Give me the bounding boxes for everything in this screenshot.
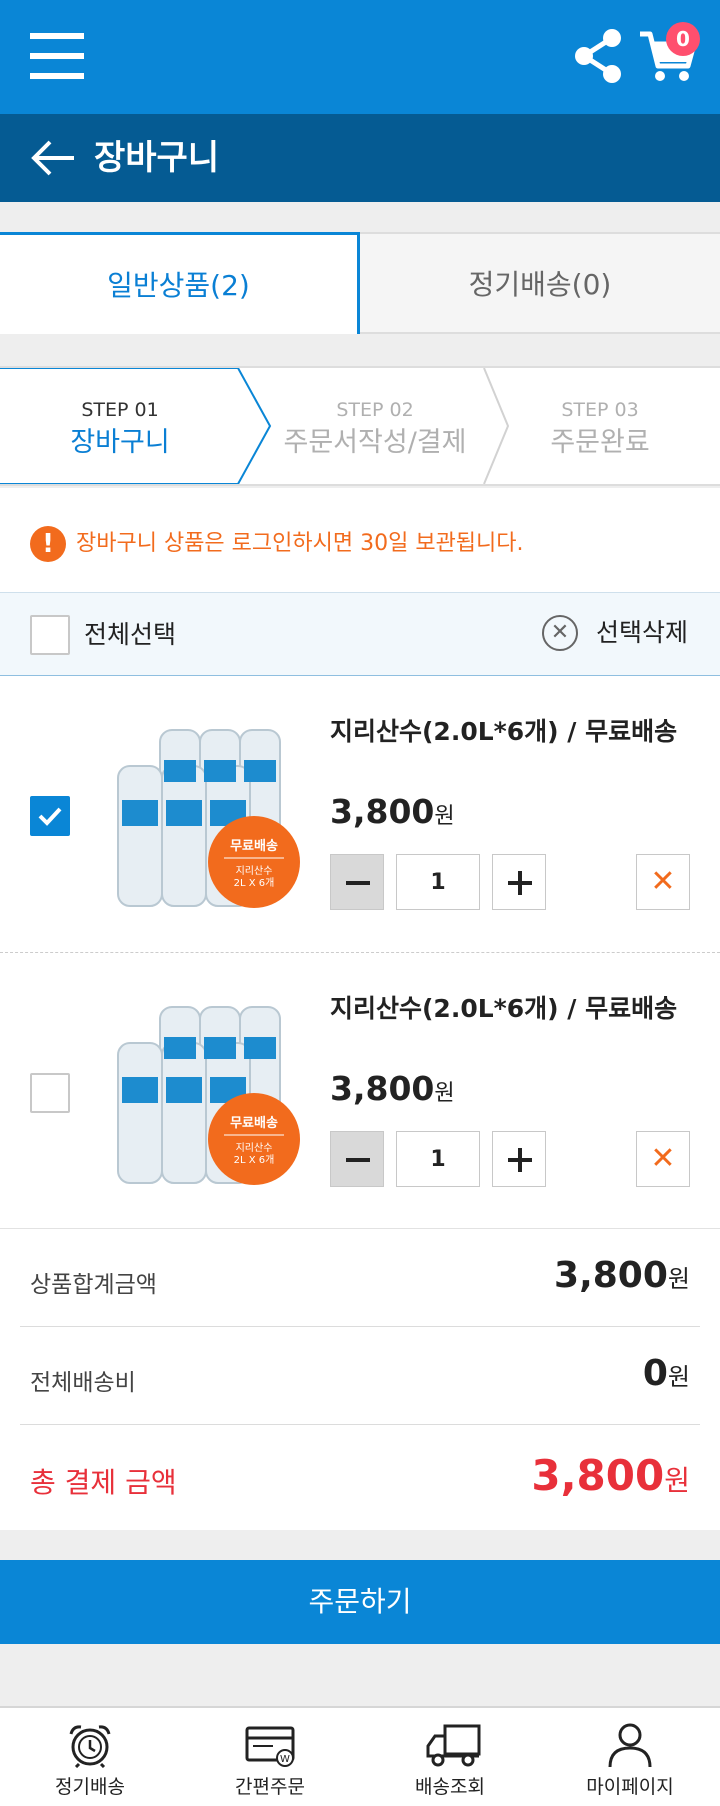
- page-title: 장바구니: [94, 138, 220, 178]
- truck-icon: [426, 1724, 481, 1767]
- product-image: 무료배송 지리산수 2L X 6개: [117, 1006, 300, 1185]
- item-name[interactable]: 지리산수(2.0L*6개) / 무료배송: [330, 714, 677, 750]
- cart-item: 무료배송 지리산수 2L X 6개 지리산수(2.0L*6개) / 무료배송 3…: [0, 952, 720, 1228]
- quantity-minus-button[interactable]: [330, 1131, 384, 1187]
- checkmark-icon: [38, 807, 62, 826]
- delete-selected-label: 선택삭제: [596, 618, 689, 647]
- item-checkbox[interactable]: [30, 796, 70, 836]
- total-value: 3,800원: [531, 1451, 690, 1500]
- order-steps: STEP 01 장바구니 STEP 02 주문서작성/결제 STEP 03 주문…: [0, 366, 720, 486]
- tab-general-products[interactable]: 일반상품(2): [0, 232, 360, 334]
- currency-unit: 원: [664, 1464, 690, 1497]
- cart-item: 무료배송 지리산수 2L X 6개 지리산수(2.0L*6개) / 무료배송 3…: [0, 676, 720, 952]
- quantity-minus-button[interactable]: [330, 854, 384, 910]
- badge-line: 지리산수: [236, 865, 273, 877]
- user-icon: [608, 1723, 652, 1768]
- badge-line: 2L X 6개: [234, 1154, 275, 1166]
- nav-label: 간편주문: [235, 1776, 305, 1798]
- cart-item-list: 무료배송 지리산수 2L X 6개 지리산수(2.0L*6개) / 무료배송 3…: [0, 676, 720, 1228]
- step-2-checkout: STEP 02 주문서작성/결제: [250, 368, 500, 484]
- badge-title: 무료배송: [230, 1115, 278, 1131]
- select-all-checkbox[interactable]: [30, 615, 70, 655]
- step-label: 장바구니: [70, 427, 170, 458]
- item-price-value: 3,800: [330, 792, 435, 831]
- total-row: 총 결제 금액 3,800원: [20, 1425, 700, 1529]
- item-checkbox[interactable]: [30, 1073, 70, 1113]
- order-summary: 상품합계금액 3,800원 전체배송비 0원 총 결제 금액 3,800원: [0, 1228, 720, 1530]
- shipping-row: 전체배송비 0원: [20, 1327, 700, 1425]
- currency-unit: 원: [667, 1265, 690, 1293]
- nav-item-delivery-tracking[interactable]: 배송조회: [360, 1708, 540, 1806]
- card-icon: W: [245, 1726, 295, 1767]
- arrow-left-icon[interactable]: [28, 136, 78, 180]
- close-circle-icon: ✕: [542, 615, 578, 651]
- step-number: STEP 03: [561, 399, 639, 421]
- share-icon[interactable]: [572, 28, 624, 84]
- step-label: 주문완료: [550, 427, 650, 458]
- subtotal-label: 상품합계금액: [30, 1272, 157, 1298]
- subtotal-row: 상품합계금액 3,800원: [20, 1229, 700, 1327]
- step-number: STEP 01: [81, 399, 159, 421]
- nav-item-my-page[interactable]: 마이페이지: [540, 1708, 720, 1806]
- subtotal-amount: 3,800: [554, 1255, 668, 1296]
- step-number: STEP 02: [336, 399, 414, 421]
- top-app-bar: 0: [0, 0, 720, 114]
- quantity-plus-button[interactable]: [492, 854, 546, 910]
- tab-regular-delivery[interactable]: 정기배송(0): [360, 232, 720, 334]
- item-price-value: 3,800: [330, 1069, 435, 1108]
- product-image: 무료배송 지리산수 2L X 6개: [117, 729, 300, 908]
- badge-title: 무료배송: [230, 838, 278, 854]
- shipping-label: 전체배송비: [30, 1370, 136, 1396]
- total-amount: 3,800: [531, 1451, 665, 1500]
- select-all-label[interactable]: 전체선택: [84, 615, 176, 655]
- selection-bar: 전체선택 ✕ 선택삭제: [0, 592, 720, 676]
- hamburger-icon[interactable]: [30, 33, 84, 79]
- step-1-cart: STEP 01 장바구니: [0, 368, 240, 484]
- nav-label: 배송조회: [415, 1776, 485, 1798]
- notice-text: 장바구니 상품은 로그인하시면 30일 보관됩니다.: [76, 531, 524, 556]
- badge-line: 지리산수: [236, 1142, 273, 1154]
- bottom-navigation: 정기배송 W 간편주문 배송조회 마이페이지: [0, 1706, 720, 1806]
- step-label: 주문서작성/결제: [283, 427, 467, 458]
- subtotal-value: 3,800원: [554, 1255, 690, 1296]
- currency-unit: 원: [667, 1363, 690, 1391]
- nav-item-quick-order[interactable]: W 간편주문: [180, 1708, 360, 1806]
- item-price: 3,800원: [330, 792, 455, 837]
- nav-label: 정기배송: [55, 1776, 125, 1798]
- total-label: 총 결제 금액: [30, 1466, 177, 1499]
- currency-unit: 원: [434, 804, 455, 829]
- item-name[interactable]: 지리산수(2.0L*6개) / 무료배송: [330, 991, 677, 1027]
- item-price: 3,800원: [330, 1069, 455, 1114]
- order-button[interactable]: 주문하기: [0, 1560, 720, 1644]
- badge-line: 2L X 6개: [234, 877, 275, 889]
- nav-item-regular-delivery[interactable]: 정기배송: [0, 1708, 180, 1806]
- cart-count-badge: 0: [666, 22, 700, 56]
- svg-text:W: W: [280, 1754, 290, 1765]
- step-3-complete: STEP 03 주문완료: [490, 368, 710, 484]
- shipping-value: 0원: [643, 1353, 690, 1394]
- product-tabs: 일반상품(2) 정기배송(0): [0, 232, 720, 334]
- remove-item-button[interactable]: ✕: [636, 1131, 690, 1187]
- quantity-input[interactable]: [396, 854, 480, 910]
- alarm-clock-icon: [69, 1725, 111, 1768]
- quantity-plus-button[interactable]: [492, 1131, 546, 1187]
- currency-unit: 원: [434, 1081, 455, 1106]
- nav-label: 마이페이지: [586, 1776, 674, 1798]
- shipping-amount: 0: [642, 1353, 668, 1394]
- remove-item-button[interactable]: ✕: [636, 854, 690, 910]
- title-bar: 장바구니: [0, 114, 720, 202]
- exclamation-icon: !: [30, 526, 66, 562]
- quantity-input[interactable]: [396, 1131, 480, 1187]
